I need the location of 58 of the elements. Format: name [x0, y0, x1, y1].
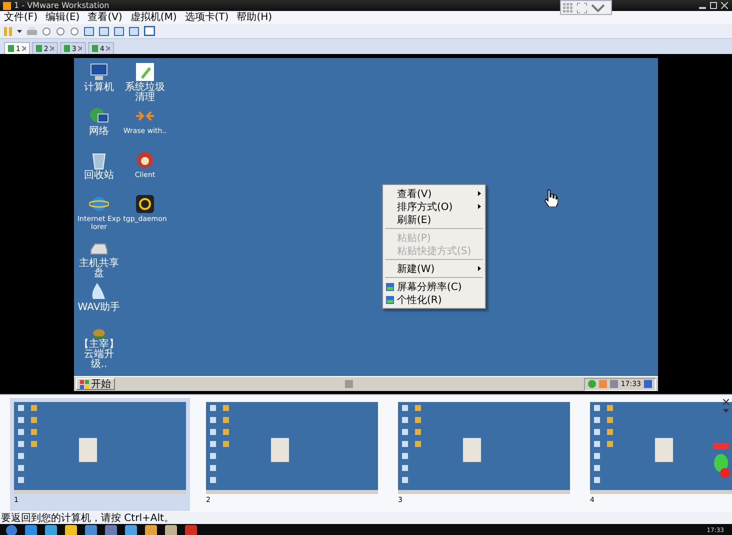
app-icon [3, 2, 11, 10]
taskbar-app-icon[interactable] [65, 524, 77, 535]
menu-item[interactable]: 刷新(E) [383, 213, 485, 226]
client-icon [135, 150, 155, 170]
maximize-icon[interactable] [710, 2, 717, 9]
icon-label[interactable]: 系统垃圾清理 [123, 83, 167, 103]
monitor-icon [386, 282, 394, 290]
window-title: 1 - VMware Workstation [14, 1, 110, 10]
taskbar-app-icon[interactable] [45, 524, 57, 535]
menu-item[interactable]: 文件(F) [4, 12, 38, 24]
taskbar-app-icon[interactable] [85, 524, 97, 535]
expand-icon[interactable] [577, 2, 587, 12]
status-text: 要返回到您的计算机，请按 Ctrl+Alt。 [1, 512, 174, 525]
vm-icon [8, 45, 14, 52]
menu-item[interactable]: 虚拟机(M) [130, 12, 177, 24]
computer-icon [89, 62, 109, 82]
taskbar-app-icon[interactable] [165, 524, 177, 535]
submenu-arrow-icon [478, 191, 481, 196]
icon-label[interactable]: 网络 [77, 127, 121, 137]
hand-cursor-icon [544, 189, 558, 207]
icon-label[interactable]: WAV助手 [77, 303, 121, 313]
icon-label[interactable]: 【主宰】云端升级.. [77, 340, 121, 370]
browser-icon [89, 194, 109, 214]
menu-item[interactable]: 编辑(E) [46, 12, 80, 24]
menu-item[interactable]: 新建(W) [383, 262, 485, 275]
windows-logo-icon [80, 380, 89, 388]
menu-item[interactable]: 查看(V) [88, 12, 122, 24]
desktop-thumbnail-drawing[interactable] [14, 402, 186, 494]
taskbar-app-icon[interactable] [125, 524, 137, 535]
desktop-thumbnail-drawing[interactable] [398, 402, 570, 494]
monitor-icon [386, 296, 394, 304]
start-button[interactable]: 开始 [76, 378, 115, 390]
vm-icon [64, 45, 70, 52]
app-icon [135, 194, 155, 214]
menu-item[interactable]: 帮助(H) [236, 12, 272, 24]
menu-item[interactable]: 选项卡(T) [184, 12, 229, 24]
screen-icon[interactable] [144, 26, 155, 36]
icon-label[interactable]: 回收站 [77, 171, 121, 181]
icon-label[interactable]: 计算机 [77, 83, 121, 93]
taskbar-app-icon[interactable] [25, 524, 37, 535]
broom-icon [135, 62, 155, 82]
menu-item[interactable]: 屏幕分辨率(C) [383, 280, 485, 293]
menu-item[interactable]: 查看(V) [383, 187, 485, 200]
desktop-thumbnail-drawing[interactable] [206, 402, 378, 494]
caret-icon[interactable] [17, 30, 22, 32]
desktop-thumbnail-drawing[interactable] [590, 402, 732, 494]
submenu-arrow-icon [478, 204, 481, 209]
chevron-icon[interactable] [591, 4, 605, 12]
menu-item[interactable]: 排序方式(O) [383, 200, 485, 213]
vm-icon [36, 45, 42, 52]
menu-item[interactable]: 个性化(R) [383, 293, 485, 306]
close-icon[interactable] [723, 399, 729, 405]
start-orb-icon[interactable] [6, 524, 17, 535]
taskbar-app-icon[interactable] [145, 524, 157, 535]
taskbar-app-icon[interactable] [105, 524, 117, 535]
submenu-arrow-icon [478, 266, 481, 271]
vm-icon [92, 45, 98, 52]
icon-label[interactable]: 主机共享盘 [77, 259, 121, 279]
